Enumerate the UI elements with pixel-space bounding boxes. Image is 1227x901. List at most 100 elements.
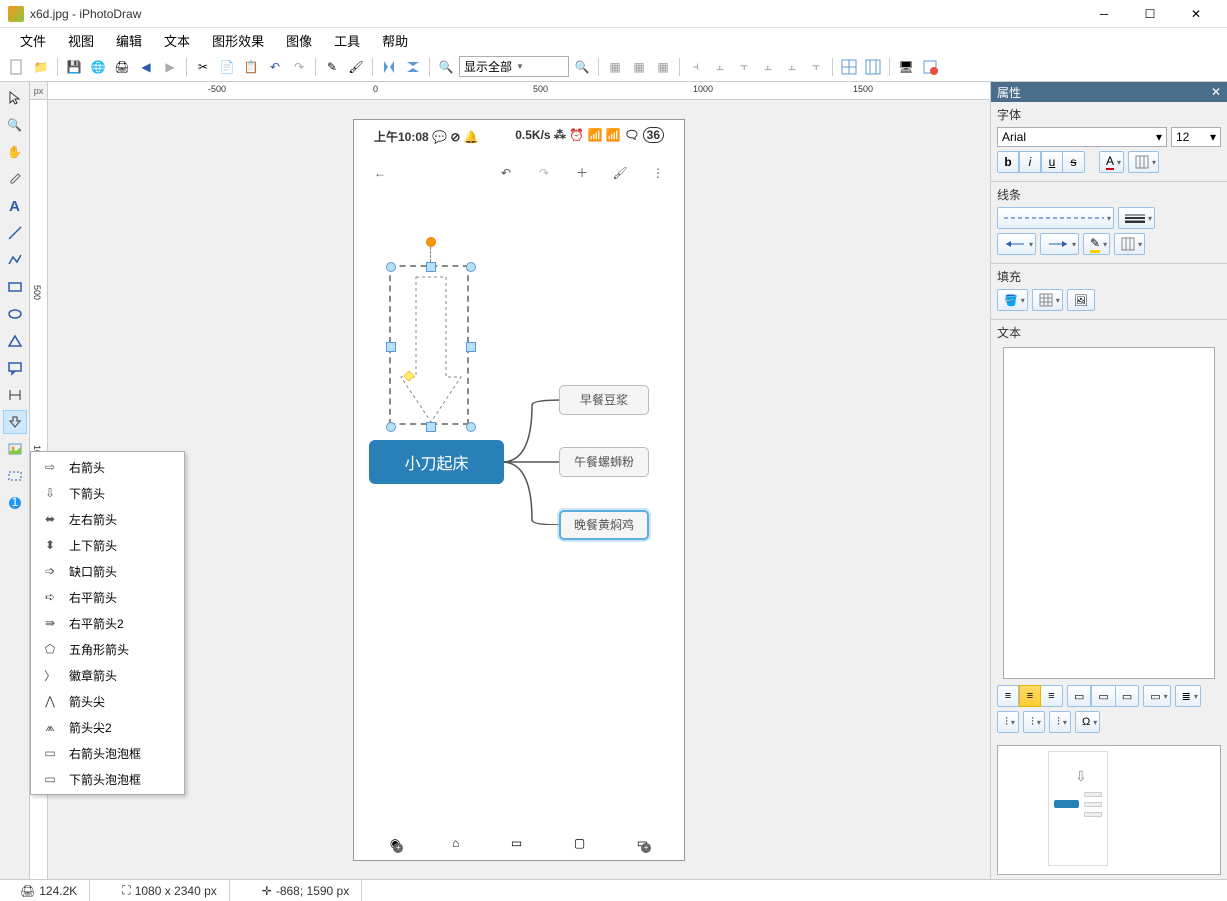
align3-icon[interactable]: ▦	[652, 56, 674, 78]
line-style-combo[interactable]	[997, 207, 1114, 229]
line-tool[interactable]	[3, 221, 27, 245]
rotate-handle[interactable]	[426, 237, 436, 247]
menu-effects[interactable]: 图形效果	[202, 28, 274, 53]
flip-h-icon[interactable]	[378, 56, 400, 78]
menu-image[interactable]: 图像	[276, 28, 322, 53]
align1-icon[interactable]: ▦	[604, 56, 626, 78]
zoom-icon[interactable]: 🔍	[435, 56, 457, 78]
brush-icon[interactable]: 🖌	[345, 56, 367, 78]
alignt-icon[interactable]: ⫠	[757, 56, 779, 78]
arrow-tip-item[interactable]: ⋀箭头尖	[33, 688, 182, 714]
globe-icon[interactable]: 🌐	[87, 56, 109, 78]
indent3-button[interactable]: ⫶	[1049, 711, 1071, 733]
forward-arrow-icon[interactable]: ▶	[159, 56, 181, 78]
valign-top-button[interactable]: ▭	[1067, 685, 1091, 707]
line-width-combo[interactable]	[1118, 207, 1155, 229]
font-size-combo[interactable]: 12▾	[1171, 127, 1221, 147]
valign-mid-button[interactable]: ▭	[1091, 685, 1115, 707]
alignc-icon[interactable]: ⫠	[709, 56, 731, 78]
arrow-pentagon-item[interactable]: ⬠五角形箭头	[33, 636, 182, 662]
callout-tool[interactable]	[3, 356, 27, 380]
handle-n[interactable]	[426, 262, 436, 272]
close-button[interactable]: ✕	[1173, 0, 1219, 28]
counter-tool[interactable]: 1	[3, 491, 27, 515]
handle-e[interactable]	[466, 342, 476, 352]
handle-se[interactable]	[466, 422, 476, 432]
maximize-button[interactable]: ☐	[1127, 0, 1173, 28]
line-grid-button[interactable]	[1114, 233, 1145, 255]
measure-tool[interactable]	[3, 383, 27, 407]
font-family-combo[interactable]: Arial▾	[997, 127, 1167, 147]
line-color-button[interactable]: ✎	[1083, 233, 1110, 255]
arrow-flat-right-item[interactable]: ➪右平箭头	[33, 584, 182, 610]
save-icon[interactable]: 💾	[63, 56, 85, 78]
panel-close-icon[interactable]: ✕	[1211, 85, 1221, 99]
arrow-lr-item[interactable]: ⬌左右箭头	[33, 506, 182, 532]
handle-ne[interactable]	[466, 262, 476, 272]
align-right-button[interactable]: ≡	[1041, 685, 1063, 707]
text-tool[interactable]: A	[3, 194, 27, 218]
strike-button[interactable]: s	[1063, 151, 1085, 173]
menu-edit[interactable]: 编辑	[106, 28, 152, 53]
arrow-end-combo[interactable]	[1040, 233, 1079, 255]
pointer-tool[interactable]	[3, 86, 27, 110]
paste-icon[interactable]: 📋	[240, 56, 262, 78]
undo-icon[interactable]: ↶	[264, 56, 286, 78]
arrow-bubble-down-item[interactable]: ▭下箭头泡泡框	[33, 766, 182, 792]
stop-icon[interactable]	[919, 56, 941, 78]
font-color-button[interactable]: A	[1099, 151, 1124, 173]
cut-icon[interactable]: ✂	[192, 56, 214, 78]
list-button[interactable]: ≣	[1175, 685, 1201, 707]
eyedropper-tool[interactable]	[3, 167, 27, 191]
menu-text[interactable]: 文本	[154, 28, 200, 53]
marquee-tool[interactable]	[3, 464, 27, 488]
triangle-tool[interactable]	[3, 329, 27, 353]
hand-tool[interactable]: ✋	[3, 140, 27, 164]
grid2-icon[interactable]	[862, 56, 884, 78]
rect-tool[interactable]	[3, 275, 27, 299]
alignb-icon[interactable]: ⫟	[805, 56, 827, 78]
arrow-right-item[interactable]: ⇨右箭头	[33, 454, 182, 480]
minimap[interactable]: ⇩	[997, 745, 1221, 875]
fill-color-button[interactable]: 🪣	[997, 289, 1028, 311]
valign-bot-button[interactable]: ▭	[1116, 685, 1139, 707]
alignr-icon[interactable]: ⫟	[733, 56, 755, 78]
arrow-bubble-right-item[interactable]: ▭右箭头泡泡框	[33, 740, 182, 766]
fill-image-button[interactable]: 🖼	[1067, 289, 1095, 311]
polyline-tool[interactable]	[3, 248, 27, 272]
menu-file[interactable]: 文件	[10, 28, 56, 53]
omega-button[interactable]: Ω	[1075, 711, 1100, 733]
monitor-icon[interactable]: 🖥	[895, 56, 917, 78]
indent2-button[interactable]: ⫶	[1023, 711, 1045, 733]
arrow-chevron-item[interactable]: 〉徽章箭头	[33, 662, 182, 688]
align-left-button[interactable]: ≡	[997, 685, 1019, 707]
arrow-tip2-item[interactable]: ⩕箭头尖2	[33, 714, 182, 740]
back-arrow-icon[interactable]: ◀	[135, 56, 157, 78]
spacing1-button[interactable]: ▭	[1143, 685, 1170, 707]
highlight-color-button[interactable]	[1128, 151, 1159, 173]
text-content-area[interactable]	[1003, 347, 1215, 679]
fill-pattern-button[interactable]	[1032, 289, 1063, 311]
flip-v-icon[interactable]	[402, 56, 424, 78]
zoom-fit-icon[interactable]: 🔍	[571, 56, 593, 78]
arrow-flat-right2-item[interactable]: ⇛右平箭头2	[33, 610, 182, 636]
arrow-shape-tool[interactable]	[3, 410, 27, 434]
selected-shape[interactable]	[389, 265, 469, 425]
redo-icon[interactable]: ↷	[288, 56, 310, 78]
handle-sw[interactable]	[386, 422, 396, 432]
align-center-button[interactable]: ≡	[1019, 685, 1041, 707]
menu-help[interactable]: 帮助	[372, 28, 418, 53]
ellipse-tool[interactable]	[3, 302, 27, 326]
alignm-icon[interactable]: ⫠	[781, 56, 803, 78]
grid1-icon[interactable]	[838, 56, 860, 78]
alignl-icon[interactable]: ⫞	[685, 56, 707, 78]
handle-nw[interactable]	[386, 262, 396, 272]
edit-icon[interactable]: ✎	[321, 56, 343, 78]
underline-button[interactable]: u	[1041, 151, 1063, 173]
arrow-down-item[interactable]: ⇩下箭头	[33, 480, 182, 506]
align2-icon[interactable]: ▦	[628, 56, 650, 78]
zoom-combo[interactable]: 显示全部▼	[459, 56, 569, 77]
italic-button[interactable]: i	[1019, 151, 1041, 173]
open-folder-icon[interactable]: 📁	[30, 56, 52, 78]
menu-tools[interactable]: 工具	[324, 28, 370, 53]
